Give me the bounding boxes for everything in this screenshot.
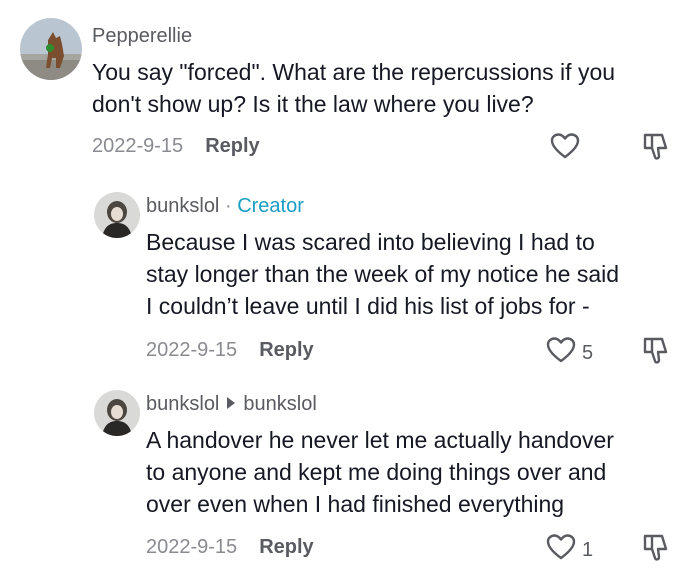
reply-header: bunkslol · Creator bbox=[146, 194, 304, 218]
dislike-button[interactable] bbox=[640, 532, 672, 569]
creator-badge: Creator bbox=[237, 195, 304, 217]
comment-meta: 2022-9-15 Reply bbox=[92, 134, 260, 158]
comment-username[interactable]: bunkslol bbox=[146, 393, 219, 415]
comment-text: You say "forced". What are the repercuss… bbox=[92, 56, 615, 120]
comment-username[interactable]: Pepperellie bbox=[92, 24, 192, 48]
reply-arrow-icon bbox=[227, 397, 236, 409]
comment-text-line: over even when I had finished everything bbox=[146, 491, 565, 517]
comment-meta: 2022-9-15 Reply bbox=[146, 338, 314, 362]
reply-button[interactable]: Reply bbox=[259, 536, 313, 558]
comment-meta: 2022-9-15 Reply bbox=[146, 535, 314, 559]
like-button[interactable]: 5 bbox=[546, 336, 593, 369]
comment-text-line: You say "forced". What are the repercuss… bbox=[92, 59, 616, 85]
dislike-icon bbox=[640, 337, 672, 371]
reply-button[interactable]: Reply bbox=[205, 135, 259, 157]
reply-to-username[interactable]: bunkslol bbox=[243, 393, 316, 415]
comment-text-line: A handover he never let me actually hand… bbox=[146, 427, 614, 453]
comment-text: Because I was scared into believing I ha… bbox=[146, 226, 619, 322]
comment-text: A handover he never let me actually hand… bbox=[146, 424, 614, 520]
dislike-button[interactable] bbox=[640, 335, 672, 372]
comment-text-line: stay longer than the week of my notice h… bbox=[146, 261, 620, 287]
avatar[interactable] bbox=[20, 18, 82, 80]
separator-dot: · bbox=[224, 195, 232, 217]
heart-icon bbox=[550, 132, 580, 165]
heart-icon bbox=[546, 336, 576, 369]
dislike-icon bbox=[640, 133, 672, 167]
like-button[interactable] bbox=[550, 132, 580, 165]
comment-text-line: to anyone and kept me doing things over … bbox=[146, 459, 607, 485]
comment-text-line: I couldn’t leave until I did his list of… bbox=[146, 293, 590, 319]
comment-text-line: Because I was scared into believing I ha… bbox=[146, 229, 595, 255]
comment-username[interactable]: bunkslol bbox=[146, 195, 219, 217]
like-button[interactable]: 1 bbox=[546, 533, 593, 566]
like-count: 5 bbox=[582, 341, 594, 364]
heart-icon bbox=[546, 533, 576, 566]
avatar[interactable] bbox=[94, 390, 140, 436]
comment-date: 2022-9-15 bbox=[146, 536, 238, 558]
like-count: 1 bbox=[582, 538, 594, 561]
comment-text-line: don't show up? Is it the law where you l… bbox=[92, 91, 534, 117]
comment-date: 2022-9-15 bbox=[146, 339, 238, 361]
reply-header: bunkslol bunkslol bbox=[146, 392, 317, 416]
comment-date: 2022-9-15 bbox=[92, 135, 184, 157]
reply-button[interactable]: Reply bbox=[259, 339, 313, 361]
dislike-icon bbox=[640, 534, 672, 568]
dislike-button[interactable] bbox=[640, 131, 672, 168]
avatar[interactable] bbox=[94, 192, 140, 238]
